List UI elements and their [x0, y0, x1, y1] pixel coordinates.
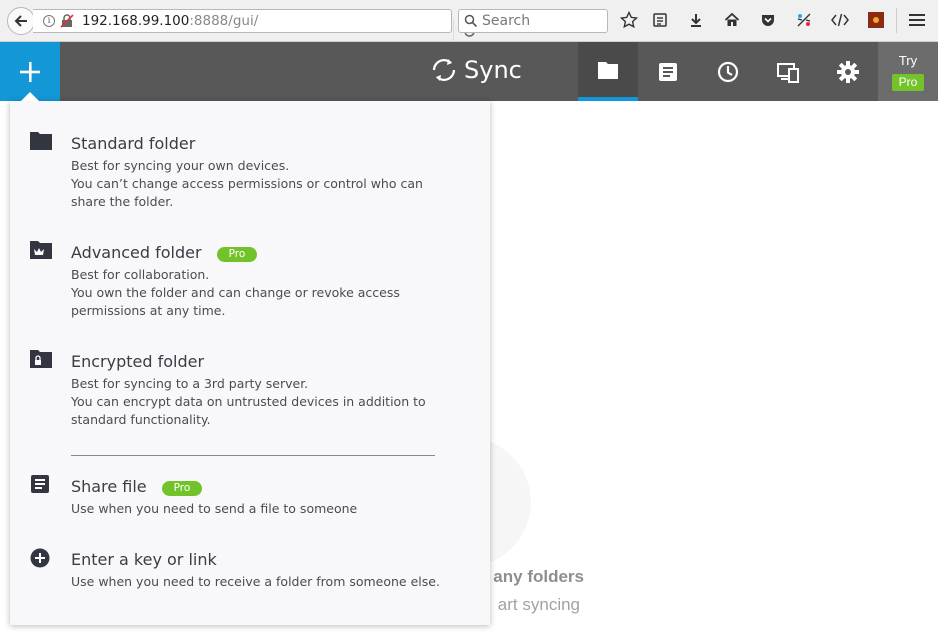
- plus-icon: [20, 61, 40, 82]
- description-line: You own the folder and can change or rev…: [71, 285, 400, 300]
- menu-item-description: Best for collaboration. You own the fold…: [71, 266, 451, 320]
- pro-badge: Pro: [162, 481, 202, 496]
- url-bar[interactable]: i 192.168.99.100:8888/gui/: [33, 9, 475, 43]
- file-icon: [31, 475, 49, 493]
- logo-text: Sync: [464, 56, 522, 84]
- sync-logo: Sync: [430, 56, 522, 84]
- menu-item-enter-key[interactable]: Enter a key or link Use when you need to…: [10, 537, 490, 599]
- menu-item-share-file[interactable]: Share file Pro Use when you need to send…: [10, 464, 490, 526]
- back-button[interactable]: [7, 7, 35, 35]
- description-line: You can’t change access permissions or c…: [71, 176, 423, 191]
- description-line: Use when you need to receive a folder fr…: [71, 574, 440, 589]
- folder-icon: [30, 132, 52, 150]
- dropdown-caret: [21, 92, 39, 101]
- description-line: Best for collaboration.: [71, 267, 210, 282]
- menu-item-title: Advanced folder: [71, 243, 202, 262]
- gear-icon: [837, 60, 859, 83]
- description-line: Use when you need to send a file to some…: [71, 501, 358, 516]
- tab-devices[interactable]: [758, 42, 818, 101]
- description-line: standard functionality.: [71, 412, 211, 427]
- search-icon: [464, 14, 478, 28]
- description-line: share the folder.: [71, 194, 174, 209]
- try-pro-button[interactable]: Try Pro: [878, 42, 938, 101]
- browser-toolbar: i 192.168.99.100:8888/gui/: [0, 0, 938, 43]
- menu-item-description: Use when you need to receive a folder fr…: [71, 573, 451, 591]
- menu-item-standard-folder[interactable]: Standard folder Best for syncing your ow…: [10, 121, 490, 221]
- tab-folders[interactable]: [578, 42, 638, 101]
- description-line: You can encrypt data on untrusted device…: [71, 394, 426, 409]
- menu-item-description: Use when you need to send a file to some…: [71, 500, 451, 518]
- pro-badge: Pro: [892, 74, 924, 91]
- code-icon[interactable]: [830, 10, 850, 30]
- menu-item-advanced-folder[interactable]: Advanced folder Pro Best for collaborati…: [10, 230, 490, 330]
- plus-circle-icon: [30, 548, 50, 568]
- toolbar-divider: [896, 8, 897, 33]
- search-bar[interactable]: [458, 9, 608, 33]
- menu-item-title: Standard folder: [71, 134, 196, 153]
- screenshot-extension-icon[interactable]: [794, 10, 814, 30]
- reading-list-icon[interactable]: [650, 10, 670, 30]
- menu-item-description: Best for syncing your own devices. You c…: [71, 157, 451, 211]
- description-line: Best for syncing to a 3rd party server.: [71, 376, 309, 391]
- url-host: 192.168.99.100: [82, 13, 190, 29]
- hamburger-menu-icon[interactable]: [907, 10, 927, 30]
- try-label: Try: [898, 53, 918, 68]
- document-icon: [659, 62, 677, 81]
- menu-item-title: Share file: [71, 477, 147, 496]
- sync-icon: [432, 59, 456, 81]
- lock-folder-icon: [30, 350, 52, 368]
- tab-settings[interactable]: [818, 42, 878, 101]
- search-input[interactable]: [482, 12, 602, 30]
- description-line: Best for syncing your own devices.: [71, 158, 290, 173]
- clock-icon: [717, 61, 739, 82]
- menu-item-title: Enter a key or link: [71, 550, 217, 569]
- folder-icon: [598, 61, 618, 79]
- menu-item-description: Best for syncing to a 3rd party server. …: [71, 375, 451, 429]
- url-text: 192.168.99.100:8888/gui/: [82, 13, 258, 29]
- info-icon[interactable]: i: [43, 15, 55, 27]
- add-menu-dropdown: Standard folder Best for syncing your ow…: [10, 101, 490, 625]
- menu-item-encrypted-folder[interactable]: Encrypted folder Best for syncing to a 3…: [10, 339, 490, 439]
- extension-icon[interactable]: [866, 10, 886, 30]
- download-icon[interactable]: [686, 10, 706, 30]
- arrow-left-icon: [14, 15, 27, 27]
- pocket-icon[interactable]: [758, 10, 778, 30]
- devices-icon: [777, 62, 799, 83]
- menu-item-title: Encrypted folder: [71, 352, 205, 371]
- tab-transfers[interactable]: [698, 42, 758, 101]
- bookmark-star-icon[interactable]: [619, 10, 639, 30]
- insecure-lock-icon: [60, 14, 74, 28]
- description-line: permissions at any time.: [71, 303, 226, 318]
- crown-folder-icon: [30, 241, 52, 259]
- url-path: :8888/gui/: [189, 13, 259, 29]
- tab-history[interactable]: [638, 42, 698, 101]
- menu-divider: [71, 455, 435, 456]
- home-icon[interactable]: [722, 10, 742, 30]
- pro-badge: Pro: [217, 247, 257, 262]
